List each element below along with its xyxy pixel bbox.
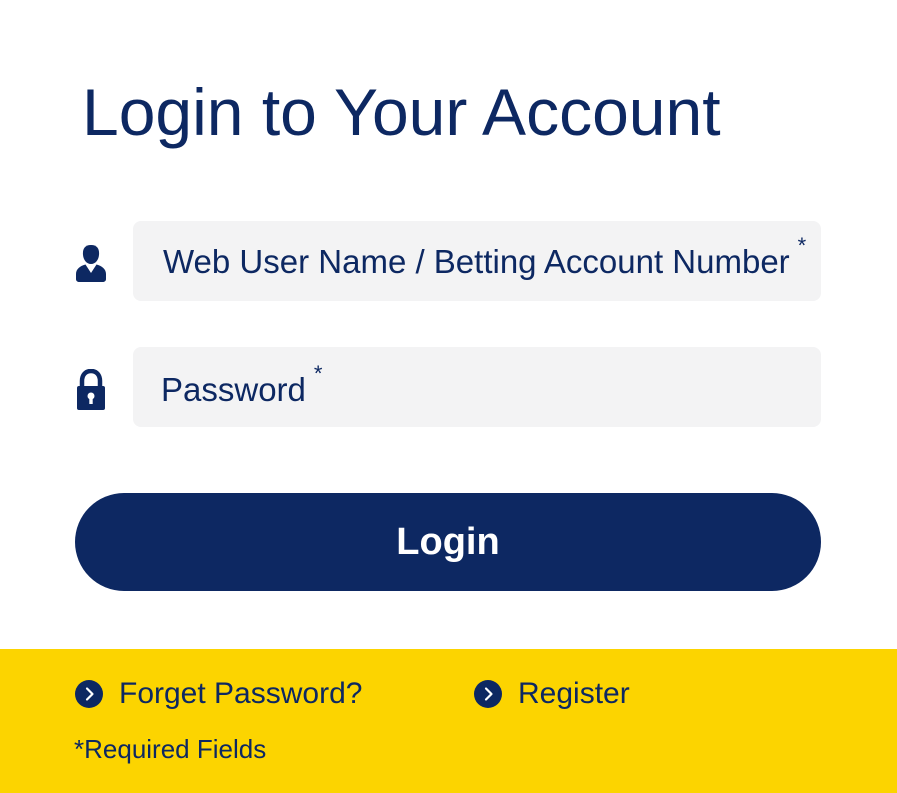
page-title: Login to Your Account	[82, 75, 721, 149]
password-input[interactable]	[133, 347, 821, 427]
login-page: Login to Your Account Web User Name / Be…	[0, 0, 897, 793]
required-fields-note: *Required Fields	[74, 734, 267, 764]
footer-panel: Forget Password? Register *Required Fiel…	[0, 649, 897, 793]
forget-password-link[interactable]: Forget Password?	[75, 675, 362, 713]
login-button[interactable]: Login	[75, 493, 821, 591]
register-label: Register	[518, 677, 630, 710]
register-link[interactable]: Register	[474, 675, 630, 713]
username-row: Web User Name / Betting Account Number *	[75, 221, 821, 301]
password-field[interactable]: Password *	[133, 347, 821, 427]
chevron-right-circle-icon	[75, 680, 103, 708]
user-icon	[75, 243, 107, 285]
chevron-right-circle-icon	[474, 680, 502, 708]
password-row: Password *	[75, 347, 821, 427]
lock-icon	[75, 369, 107, 411]
username-field[interactable]: Web User Name / Betting Account Number *	[133, 221, 821, 301]
forget-password-label: Forget Password?	[119, 677, 363, 710]
username-input[interactable]	[133, 221, 821, 301]
